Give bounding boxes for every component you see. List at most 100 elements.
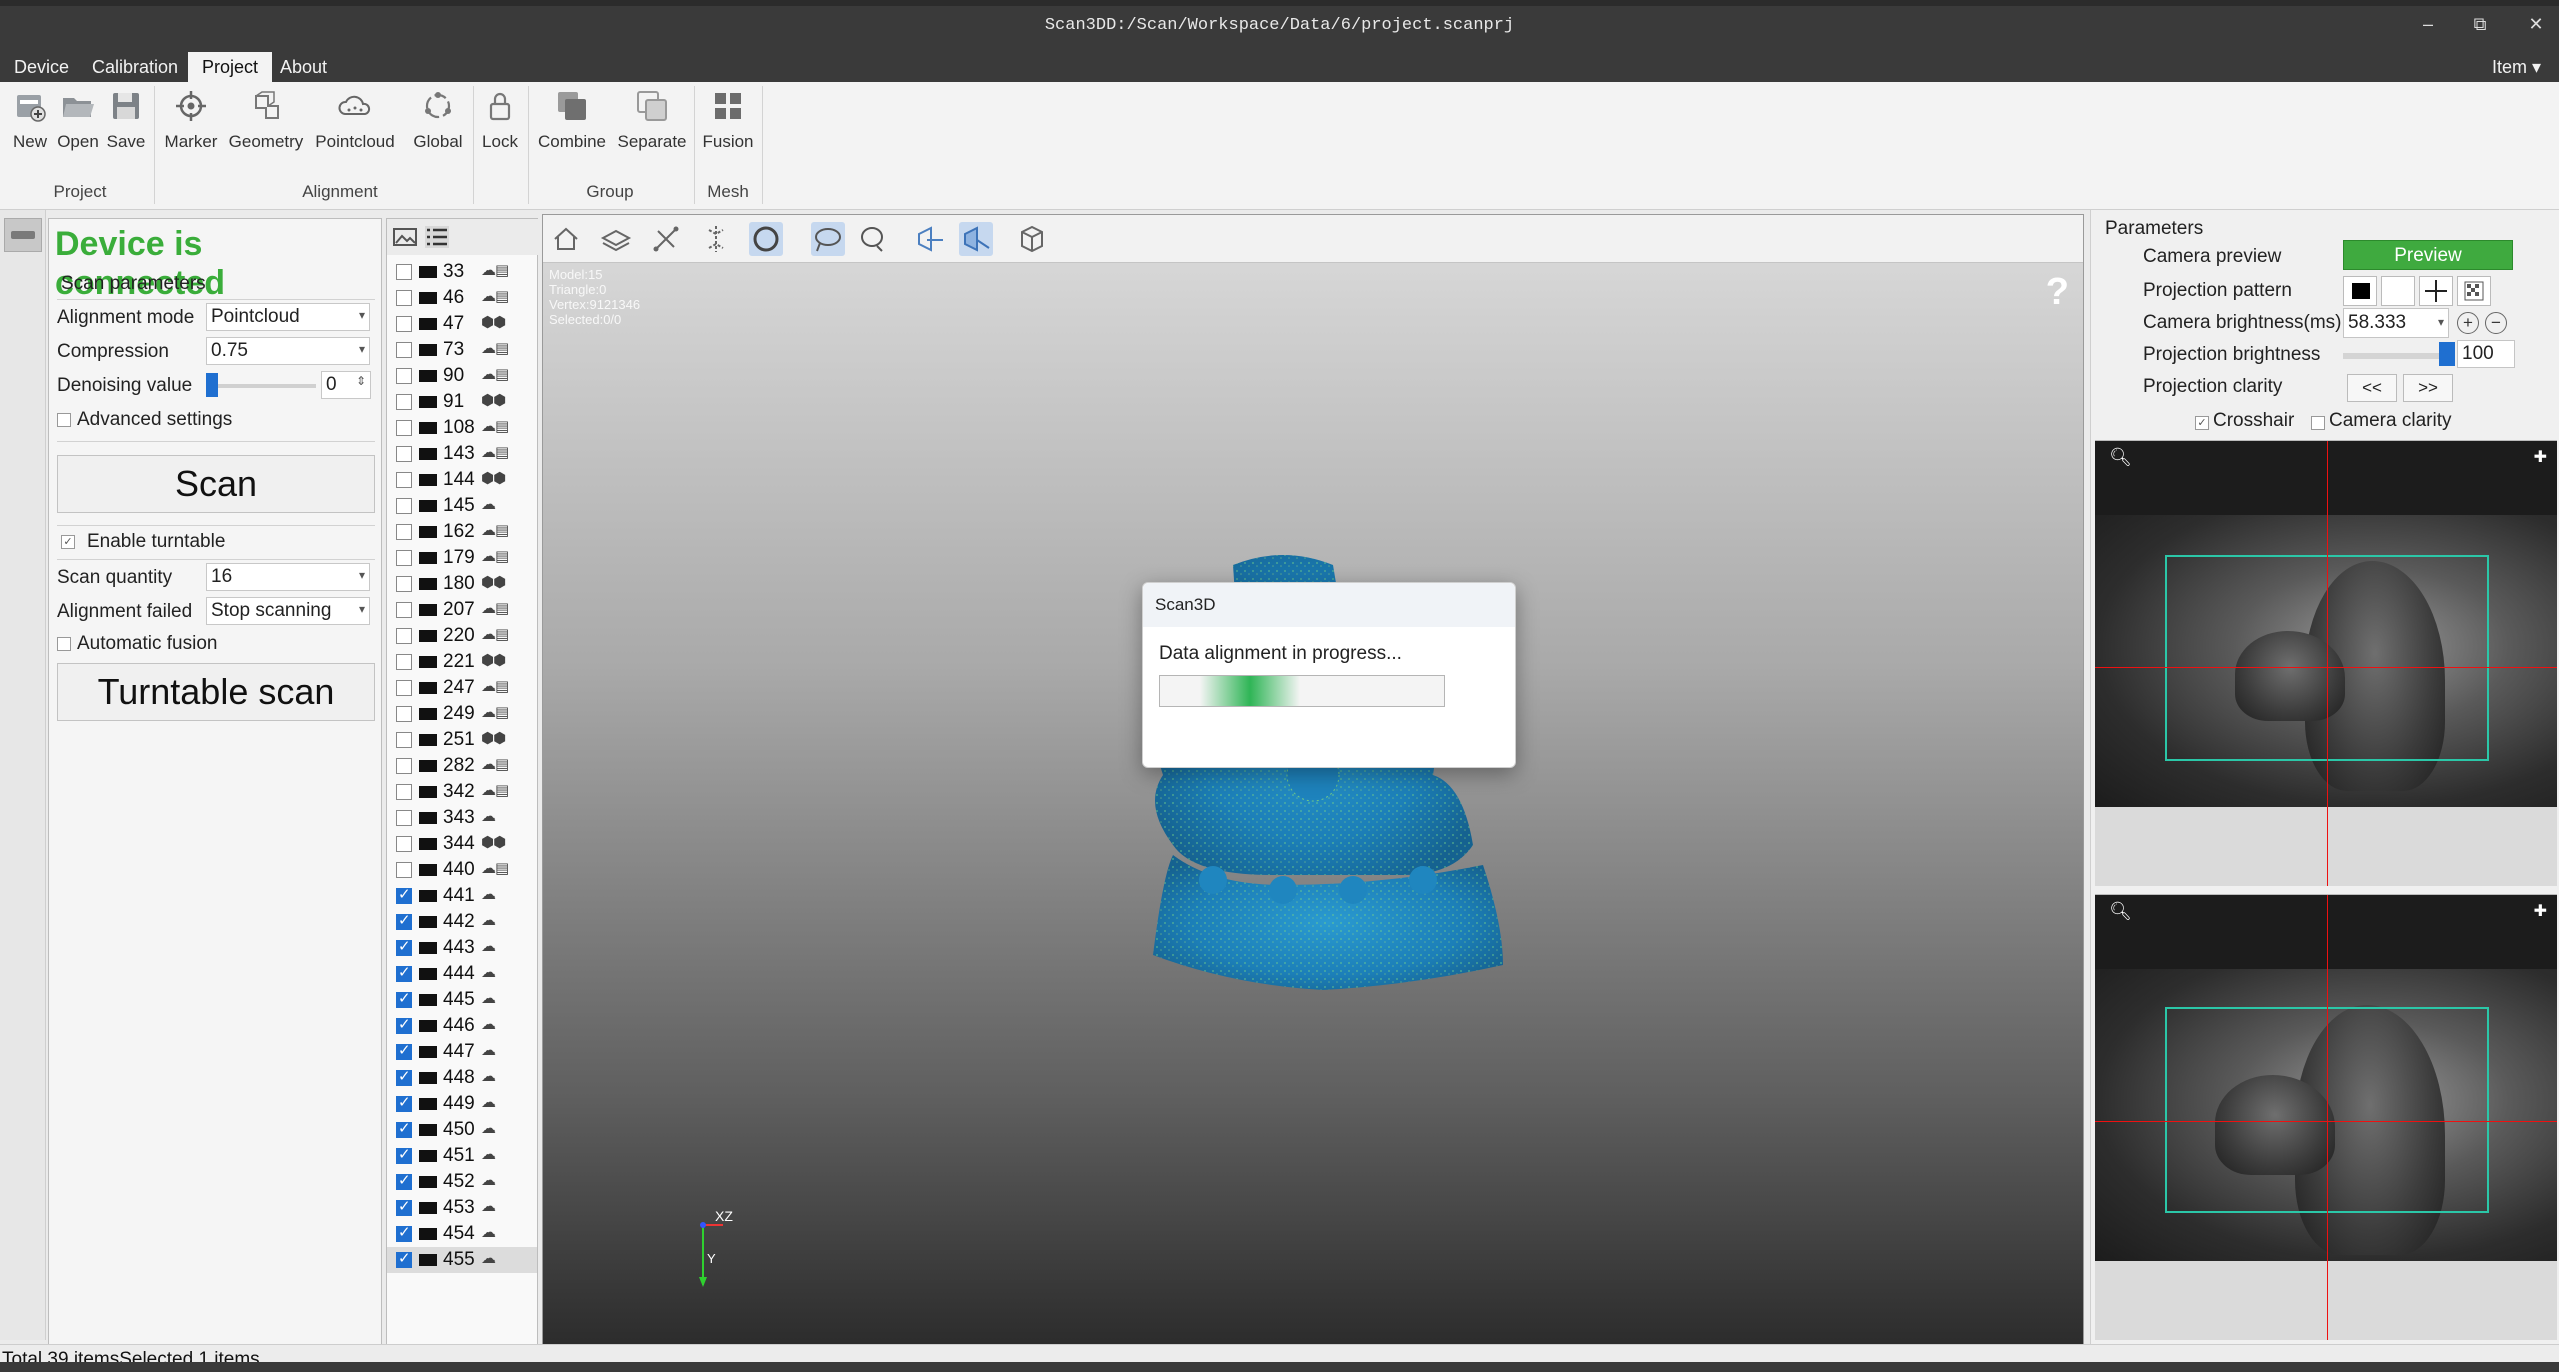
separate-button[interactable]: Separate [614,88,690,152]
scan-list-item[interactable]: 47 ⬢⬢ [387,311,537,337]
scan-list-item[interactable]: 443 ☁ [387,935,537,961]
pattern-checker-button[interactable] [2457,276,2491,306]
turntable-scan-button[interactable]: Turntable scan [57,663,375,721]
scan-checkbox[interactable] [396,446,412,462]
menu-device[interactable]: Device [0,52,83,82]
scan-checkbox[interactable] [396,911,412,930]
scan-checkbox[interactable] [396,1119,412,1138]
pin-icon[interactable]: ✚ [2534,447,2547,467]
scan-list-item[interactable]: 342 ☁▤ [387,779,537,805]
scan-list-item[interactable]: 46 ☁▤ [387,285,537,311]
alignment-mode-select[interactable]: Pointcloud ▾ [206,303,370,331]
lock-button[interactable]: Lock [478,88,522,152]
preview-button[interactable]: Preview [2343,240,2513,270]
advanced-settings-checkbox[interactable] [57,413,71,427]
scan-checkbox[interactable] [396,680,412,696]
scan-list-item[interactable]: 445 ☁ [387,987,537,1013]
minimize-button[interactable]: – [2408,14,2448,35]
scan-list-item[interactable]: 144 ⬢⬢ [387,467,537,493]
scan-list-item[interactable]: 143 ☁▤ [387,441,537,467]
denoising-slider-handle[interactable] [206,373,218,397]
scan-checkbox[interactable] [396,524,412,540]
menu-calibration[interactable]: Calibration [78,52,192,82]
measure-button[interactable] [649,222,683,256]
scan-checkbox[interactable] [396,1197,412,1216]
scan-list-item[interactable]: 448 ☁ [387,1065,537,1091]
scan-checkbox[interactable] [396,654,412,670]
progress-dialog[interactable]: Scan3D Data alignment in progress... [1142,582,1516,768]
scan-checkbox[interactable] [396,810,412,826]
new-button[interactable]: New [10,88,50,152]
scan-list-item[interactable]: 90 ☁▤ [387,363,537,389]
scan-list-item[interactable]: 251 ⬢⬢ [387,727,537,753]
scan-list-item[interactable]: 344 ⬢⬢ [387,831,537,857]
scan-checkbox[interactable] [396,264,412,280]
scan-checkbox[interactable] [396,550,412,566]
brightness-increase-button[interactable]: + [2457,312,2479,334]
select-visible-button[interactable] [959,222,993,256]
scan-checkbox[interactable] [396,1171,412,1190]
scan-list-item[interactable]: 207 ☁▤ [387,597,537,623]
camera-view-left[interactable]: 🔍︎ ✚ [2095,440,2557,886]
scan-checkbox[interactable] [396,1093,412,1112]
crosshair-checkbox[interactable]: ✓ [2195,416,2209,430]
clarity-next-button[interactable]: >> [2403,374,2453,402]
scan-checkbox[interactable] [396,732,412,748]
scan-checkbox[interactable] [396,368,412,384]
scan-checkbox[interactable] [396,989,412,1008]
pointcloud-button[interactable]: Pointcloud [312,88,398,152]
scan-list-item[interactable]: 451 ☁ [387,1143,537,1169]
pin-icon[interactable]: ✚ [2534,901,2547,921]
scan-checkbox[interactable] [396,862,412,878]
scan-checkbox[interactable] [396,498,412,514]
scan-checkbox[interactable] [396,576,412,592]
device-dock-tab[interactable] [4,218,42,252]
scan-list-item[interactable]: 73 ☁▤ [387,337,537,363]
scan-list-item[interactable]: 343 ☁ [387,805,537,831]
projection-brightness-handle[interactable] [2439,342,2455,366]
scan-quantity-select[interactable]: 16 ▾ [206,563,370,591]
scan-list-item[interactable]: 454 ☁ [387,1221,537,1247]
scan-list-item[interactable]: 455 ☁ [387,1247,537,1273]
scan-list-item[interactable]: 441 ☁ [387,883,537,909]
scan-list-item[interactable]: 450 ☁ [387,1117,537,1143]
scan-checkbox[interactable] [396,963,412,982]
scan-list-item[interactable]: 282 ☁▤ [387,753,537,779]
alignment-failed-select[interactable]: Stop scanning ▾ [206,597,370,625]
menu-about[interactable]: About [266,52,341,82]
pattern-black-button[interactable] [2343,276,2377,306]
scan-checkbox[interactable] [396,472,412,488]
scan-list-item[interactable]: 440 ☁▤ [387,857,537,883]
scan-list-item[interactable]: 91 ⬢⬢ [387,389,537,415]
lasso-select-button[interactable] [811,222,845,256]
fusion-button[interactable]: Fusion [700,88,756,152]
scan-checkbox[interactable] [396,1067,412,1086]
scan-list-item[interactable]: 449 ☁ [387,1091,537,1117]
camera-view-right[interactable]: 🔍︎ ✚ [2095,894,2557,1340]
scan-checkbox[interactable] [396,316,412,332]
combine-button[interactable]: Combine [534,88,610,152]
scan-list-item[interactable]: 221 ⬢⬢ [387,649,537,675]
scan-checkbox[interactable] [396,1249,412,1268]
menu-item-dropdown[interactable]: Item ▾ [2478,52,2555,82]
scan-checkbox[interactable] [396,628,412,644]
restore-button[interactable]: ⧉ [2460,14,2500,35]
scan-checkbox[interactable] [396,1145,412,1164]
geometry-button[interactable]: Geometry [226,88,306,152]
scan-list-item[interactable]: 162 ☁▤ [387,519,537,545]
clip-plane-button[interactable] [699,222,733,256]
open-button[interactable]: Open [56,88,100,152]
scan-list-item[interactable]: 145 ☁ [387,493,537,519]
projection-brightness-value[interactable]: 100 [2457,340,2515,368]
close-button[interactable]: ✕ [2516,14,2556,35]
scan-checkbox[interactable] [396,937,412,956]
scan-checkbox[interactable] [396,885,412,904]
select-through-button[interactable] [913,222,947,256]
magnifier-icon[interactable]: 🔍︎ [2109,447,2132,468]
scan-checkbox[interactable] [396,1223,412,1242]
scan-list-item[interactable]: 442 ☁ [387,909,537,935]
global-button[interactable]: Global [410,88,466,152]
automatic-fusion-checkbox[interactable] [57,637,71,651]
scan-list-item[interactable]: 220 ☁▤ [387,623,537,649]
save-button[interactable]: Save [106,88,146,152]
